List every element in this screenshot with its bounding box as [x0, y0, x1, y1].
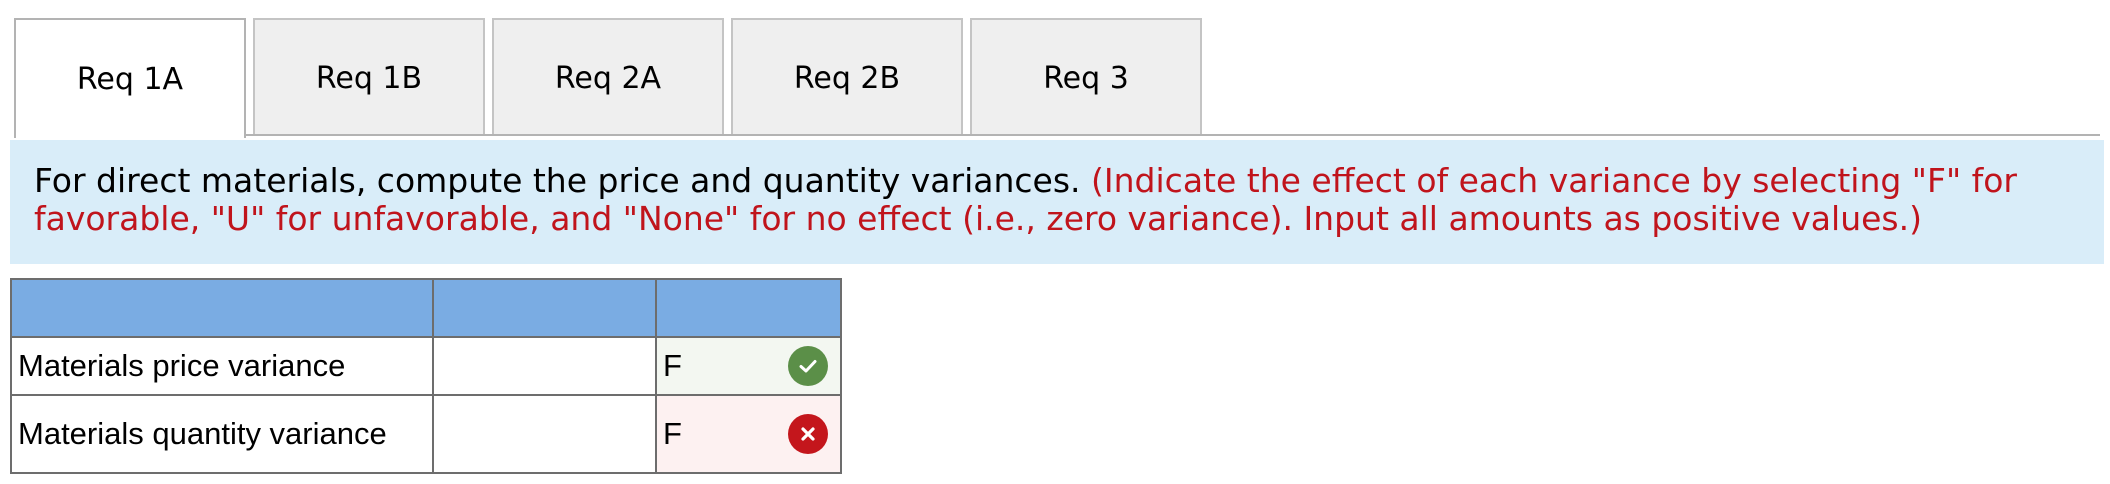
- tab-req-1b[interactable]: Req 1B: [253, 18, 485, 136]
- tab-req-1a[interactable]: Req 1A: [14, 18, 246, 138]
- cross-icon: [788, 414, 828, 454]
- instructions-main: For direct materials, compute the price …: [34, 161, 1081, 200]
- check-icon: [788, 346, 828, 386]
- requirement-tabs: Req 1A Req 1B Req 2A Req 2B Req 3: [14, 18, 1202, 138]
- tab-req-2b[interactable]: Req 2B: [731, 18, 963, 136]
- tab-req-3[interactable]: Req 3: [970, 18, 1202, 136]
- table-row: Materials price variance F: [10, 336, 842, 396]
- instructions-box: For direct materials, compute the price …: [10, 140, 2104, 264]
- header-cell-label: [10, 278, 434, 338]
- header-cell-effect: [655, 278, 842, 338]
- effect-value: F: [663, 416, 682, 451]
- amount-input-price[interactable]: [432, 336, 657, 396]
- effect-select-price[interactable]: F: [655, 336, 842, 396]
- table-header-row: [10, 278, 842, 338]
- amount-input-quantity[interactable]: [432, 394, 657, 474]
- effect-value: F: [663, 348, 682, 383]
- effect-select-quantity[interactable]: F: [655, 394, 842, 474]
- table-row: Materials quantity variance F: [10, 394, 842, 474]
- tab-divider: [14, 134, 2100, 136]
- header-cell-amount: [432, 278, 657, 338]
- active-tab-gap: [16, 133, 244, 137]
- row-label-quantity: Materials quantity variance: [10, 394, 434, 474]
- tab-req-2a[interactable]: Req 2A: [492, 18, 724, 136]
- row-label-price: Materials price variance: [10, 336, 434, 396]
- variance-table: Materials price variance F Materials qua…: [10, 278, 842, 474]
- page: Req 1A Req 1B Req 2A Req 2B Req 3 For di…: [0, 0, 2110, 484]
